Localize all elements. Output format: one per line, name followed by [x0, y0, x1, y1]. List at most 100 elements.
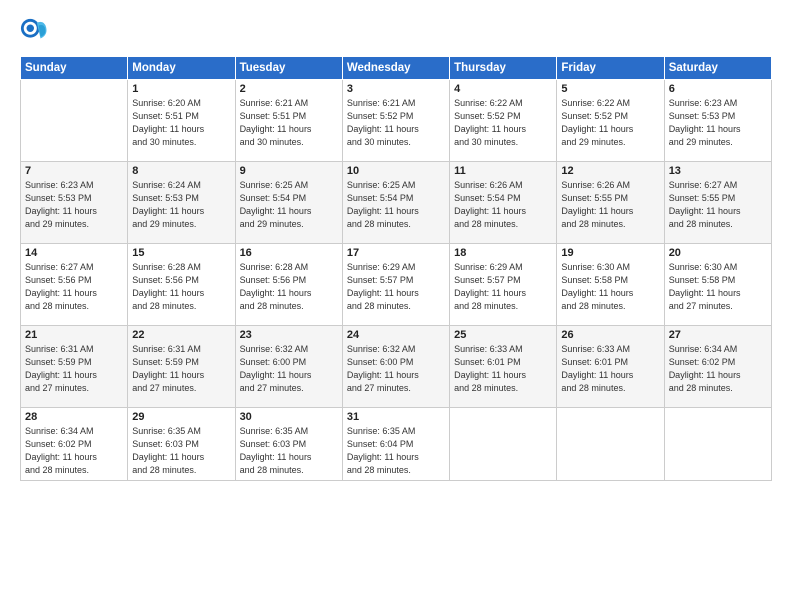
day-info: Sunrise: 6:29 AM Sunset: 5:57 PM Dayligh… [347, 261, 445, 313]
calendar-cell: 15Sunrise: 6:28 AM Sunset: 5:56 PM Dayli… [128, 244, 235, 326]
day-info: Sunrise: 6:29 AM Sunset: 5:57 PM Dayligh… [454, 261, 552, 313]
day-number: 16 [240, 247, 338, 259]
day-number: 21 [25, 329, 123, 341]
day-number: 9 [240, 165, 338, 177]
day-info: Sunrise: 6:31 AM Sunset: 5:59 PM Dayligh… [25, 343, 123, 395]
calendar-cell: 20 Sunrise: 6:30 AM Sunset: 5:58 PM Dayli… [664, 244, 771, 326]
day-number: 5 [561, 83, 659, 95]
day-info: Sunrise: 6:30 AM Sunset: 5:58 PM Dayligh… [669, 261, 767, 313]
day-info: Sunrise: 6:23 AM Sunset: 5:53 PM Dayligh… [25, 179, 123, 231]
calendar-cell: 5 Sunrise: 6:22 AM Sunset: 5:52 PM Daylig… [557, 80, 664, 162]
calendar-cell: 27 Sunrise: 6:34 AM Sunset: 6:02 PM Dayli… [664, 326, 771, 408]
day-info: Sunrise: 6:35 AM Sunset: 6:03 PM Dayligh… [240, 425, 338, 477]
day-info: Sunrise: 6:28 AM Sunset: 5:56 PM Dayligh… [240, 261, 338, 313]
calendar-cell: 22 Sunrise: 6:31 AM Sunset: 5:59 PM Dayli… [128, 326, 235, 408]
calendar-cell: 26Sunrise: 6:33 AM Sunset: 6:01 PM Dayli… [557, 326, 664, 408]
logo-icon [20, 18, 48, 46]
day-number: 10 [347, 165, 445, 177]
day-header-saturday: Saturday [664, 57, 771, 80]
day-header-friday: Friday [557, 57, 664, 80]
day-info: Sunrise: 6:27 AM Sunset: 5:56 PM Dayligh… [25, 261, 123, 313]
day-header-wednesday: Wednesday [342, 57, 449, 80]
calendar-cell: 11 Sunrise: 6:26 AM Sunset: 5:54 PM Dayli… [450, 162, 557, 244]
day-number: 30 [240, 411, 338, 423]
day-header-sunday: Sunday [21, 57, 128, 80]
calendar-cell: 18 Sunrise: 6:29 AM Sunset: 5:57 PM Dayli… [450, 244, 557, 326]
calendar-cell [664, 408, 771, 481]
calendar-cell: 7 Sunrise: 6:23 AM Sunset: 5:53 PM Daylig… [21, 162, 128, 244]
calendar-cell: 1 Sunrise: 6:20 AM Sunset: 5:51 PM Daylig… [128, 80, 235, 162]
day-number: 1 [132, 83, 230, 95]
day-info: Sunrise: 6:26 AM Sunset: 5:55 PM Dayligh… [561, 179, 659, 231]
logo [20, 18, 52, 46]
calendar-cell: 16 Sunrise: 6:28 AM Sunset: 5:56 PM Dayli… [235, 244, 342, 326]
calendar: SundayMondayTuesdayWednesdayThursdayFrid… [20, 56, 772, 481]
calendar-cell [450, 408, 557, 481]
day-info: Sunrise: 6:32 AM Sunset: 6:00 PM Dayligh… [347, 343, 445, 395]
day-number: 3 [347, 83, 445, 95]
day-info: Sunrise: 6:26 AM Sunset: 5:54 PM Dayligh… [454, 179, 552, 231]
day-info: Sunrise: 6:21 AM Sunset: 5:52 PM Dayligh… [347, 97, 445, 149]
week-row-3: 14Sunrise: 6:27 AM Sunset: 5:56 PM Dayli… [21, 244, 772, 326]
page: SundayMondayTuesdayWednesdayThursdayFrid… [0, 0, 792, 612]
day-info: Sunrise: 6:31 AM Sunset: 5:59 PM Dayligh… [132, 343, 230, 395]
calendar-cell: 23 Sunrise: 6:32 AM Sunset: 6:00 PM Dayli… [235, 326, 342, 408]
day-info: Sunrise: 6:27 AM Sunset: 5:55 PM Dayligh… [669, 179, 767, 231]
week-row-2: 7 Sunrise: 6:23 AM Sunset: 5:53 PM Daylig… [21, 162, 772, 244]
day-number: 17 [347, 247, 445, 259]
day-info: Sunrise: 6:20 AM Sunset: 5:51 PM Dayligh… [132, 97, 230, 149]
day-number: 7 [25, 165, 123, 177]
day-number: 19 [561, 247, 659, 259]
day-number: 22 [132, 329, 230, 341]
calendar-cell: 28Sunrise: 6:34 AM Sunset: 6:02 PM Dayli… [21, 408, 128, 481]
calendar-cell: 13 Sunrise: 6:27 AM Sunset: 5:55 PM Dayli… [664, 162, 771, 244]
day-number: 2 [240, 83, 338, 95]
day-info: Sunrise: 6:34 AM Sunset: 6:02 PM Dayligh… [669, 343, 767, 395]
day-header-row: SundayMondayTuesdayWednesdayThursdayFrid… [21, 57, 772, 80]
day-info: Sunrise: 6:25 AM Sunset: 5:54 PM Dayligh… [240, 179, 338, 231]
day-info: Sunrise: 6:21 AM Sunset: 5:51 PM Dayligh… [240, 97, 338, 149]
day-number: 29 [132, 411, 230, 423]
day-number: 15 [132, 247, 230, 259]
calendar-cell: 30 Sunrise: 6:35 AM Sunset: 6:03 PM Dayli… [235, 408, 342, 481]
day-header-tuesday: Tuesday [235, 57, 342, 80]
day-number: 13 [669, 165, 767, 177]
day-number: 23 [240, 329, 338, 341]
day-number: 6 [669, 83, 767, 95]
day-header-monday: Monday [128, 57, 235, 80]
day-number: 4 [454, 83, 552, 95]
day-number: 31 [347, 411, 445, 423]
day-info: Sunrise: 6:30 AM Sunset: 5:58 PM Dayligh… [561, 261, 659, 313]
day-info: Sunrise: 6:33 AM Sunset: 6:01 PM Dayligh… [561, 343, 659, 395]
day-header-thursday: Thursday [450, 57, 557, 80]
calendar-cell [21, 80, 128, 162]
day-number: 12 [561, 165, 659, 177]
calendar-cell: 21 Sunrise: 6:31 AM Sunset: 5:59 PM Dayli… [21, 326, 128, 408]
day-number: 18 [454, 247, 552, 259]
day-info: Sunrise: 6:35 AM Sunset: 6:04 PM Dayligh… [347, 425, 445, 477]
calendar-cell: 19 Sunrise: 6:30 AM Sunset: 5:58 PM Dayli… [557, 244, 664, 326]
calendar-cell: 14Sunrise: 6:27 AM Sunset: 5:56 PM Dayli… [21, 244, 128, 326]
day-number: 8 [132, 165, 230, 177]
day-info: Sunrise: 6:22 AM Sunset: 5:52 PM Dayligh… [561, 97, 659, 149]
day-info: Sunrise: 6:24 AM Sunset: 5:53 PM Dayligh… [132, 179, 230, 231]
calendar-cell: 25 Sunrise: 6:33 AM Sunset: 6:01 PM Dayli… [450, 326, 557, 408]
week-row-4: 21 Sunrise: 6:31 AM Sunset: 5:59 PM Dayli… [21, 326, 772, 408]
calendar-cell: 4 Sunrise: 6:22 AM Sunset: 5:52 PM Daylig… [450, 80, 557, 162]
day-number: 11 [454, 165, 552, 177]
calendar-cell: 6Sunrise: 6:23 AM Sunset: 5:53 PM Daylig… [664, 80, 771, 162]
day-number: 28 [25, 411, 123, 423]
calendar-cell [557, 408, 664, 481]
day-number: 24 [347, 329, 445, 341]
calendar-cell: 24 Sunrise: 6:32 AM Sunset: 6:00 PM Dayli… [342, 326, 449, 408]
day-info: Sunrise: 6:22 AM Sunset: 5:52 PM Dayligh… [454, 97, 552, 149]
day-info: Sunrise: 6:32 AM Sunset: 6:00 PM Dayligh… [240, 343, 338, 395]
day-info: Sunrise: 6:33 AM Sunset: 6:01 PM Dayligh… [454, 343, 552, 395]
week-row-1: 1 Sunrise: 6:20 AM Sunset: 5:51 PM Daylig… [21, 80, 772, 162]
day-number: 25 [454, 329, 552, 341]
day-number: 20 [669, 247, 767, 259]
calendar-cell: 29 Sunrise: 6:35 AM Sunset: 6:03 PM Dayli… [128, 408, 235, 481]
calendar-cell: 2 Sunrise: 6:21 AM Sunset: 5:51 PM Daylig… [235, 80, 342, 162]
day-number: 27 [669, 329, 767, 341]
day-info: Sunrise: 6:35 AM Sunset: 6:03 PM Dayligh… [132, 425, 230, 477]
